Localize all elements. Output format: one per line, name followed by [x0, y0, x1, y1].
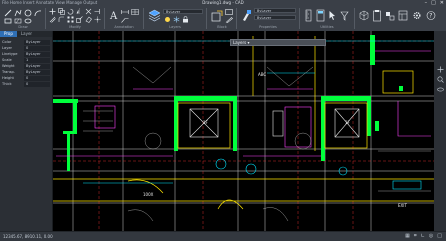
svg-text:EXIT: EXIT	[398, 203, 407, 208]
property-row[interactable]: Transp. ByLayer	[2, 70, 50, 75]
property-row[interactable]: Layer 0	[2, 46, 50, 51]
drawing-canvas[interactable]: 1F 1F ABC 100X EXIT Layers ▾	[53, 31, 434, 231]
polyline-tool-icon[interactable]	[13, 8, 22, 17]
arc-tool-icon[interactable]	[33, 8, 42, 17]
layout-icon[interactable]	[397, 8, 408, 23]
circle-tool-icon[interactable]	[23, 8, 32, 17]
help-icon[interactable]: ?	[425, 8, 436, 23]
minimize-button[interactable]: –	[425, 0, 428, 6]
fillet-tool-icon[interactable]	[57, 16, 65, 23]
ribbon-separator	[206, 8, 207, 29]
ribbon-group-annotation: Annotation	[114, 25, 134, 29]
create-block-icon[interactable]	[224, 8, 233, 15]
measure-tool-icon[interactable]	[303, 8, 313, 23]
extend-tool-icon[interactable]	[93, 8, 101, 15]
properties-panel: Prop Layer Color ByLayer Layer 0 Linetype B…	[0, 31, 53, 231]
clipboard-icon[interactable]	[371, 8, 382, 23]
settings-gear-icon[interactable]	[411, 8, 422, 23]
property-row[interactable]: Scale 1	[2, 58, 50, 63]
ribbon-separator	[299, 8, 300, 29]
ribbon-group-modify: Modify	[69, 25, 81, 29]
ribbon-separator	[143, 8, 144, 29]
snap-icon[interactable]: ⌗	[414, 233, 417, 240]
move-tool-icon[interactable]	[48, 8, 56, 15]
ribbon-separator	[45, 8, 46, 29]
rectangle-tool-icon[interactable]	[3, 17, 12, 24]
property-row[interactable]: Thick 0	[2, 82, 50, 87]
ribbon-separator	[354, 8, 355, 29]
ribbon-group-layers: Layers	[169, 25, 181, 29]
text-tool-icon[interactable]: A	[107, 8, 119, 23]
rotate-tool-icon[interactable]	[66, 8, 74, 15]
property-row[interactable]: Linetype ByLayer	[2, 52, 50, 57]
mirror-tool-icon[interactable]	[75, 8, 83, 15]
window-controls: – □ ✕	[425, 0, 444, 6]
pan-icon[interactable]	[436, 65, 444, 73]
hatch-tool-icon[interactable]	[13, 17, 22, 24]
svg-text:A: A	[109, 11, 118, 22]
menu-bar[interactable]: File Home Insert Annotate View Manage Ou…	[2, 0, 97, 6]
zoom-icon[interactable]	[436, 75, 444, 83]
copy-tool-icon[interactable]	[57, 8, 65, 15]
explode-tool-icon[interactable]	[93, 16, 101, 23]
color-combo[interactable]: ByLayer	[254, 8, 296, 13]
polar-icon[interactable]: ◎	[429, 233, 433, 240]
svg-text:1F: 1F	[203, 120, 209, 125]
maximize-button[interactable]: □	[431, 0, 436, 6]
layer-dropdown[interactable]: Layers ▾	[230, 39, 326, 46]
ribbon: File Home Insert Annotate View Manage Ou…	[0, 0, 446, 32]
view-cube-icon[interactable]	[358, 8, 369, 23]
tab-layers[interactable]: Layer	[17, 31, 36, 37]
panel-tabs: Prop Layer	[0, 31, 52, 37]
erase-tool-icon[interactable]	[84, 16, 92, 23]
svg-text:100X: 100X	[143, 192, 154, 197]
ribbon-group-utilities: Utilities	[320, 25, 334, 29]
leader-tool-icon[interactable]	[120, 16, 129, 23]
offset-tool-icon[interactable]	[48, 16, 56, 23]
trim-tool-icon[interactable]	[84, 8, 92, 15]
layer-freeze-icon[interactable]	[172, 16, 180, 23]
status-toggles: ▦ ⌗ ∟ ◎ □	[405, 233, 442, 240]
ortho-icon[interactable]: ∟	[421, 233, 425, 240]
layer-on-icon[interactable]	[163, 16, 171, 23]
svg-text:?: ?	[429, 13, 432, 20]
svg-text:ABC: ABC	[258, 72, 266, 77]
title-bar: File Home Insert Annotate View Manage Ou…	[0, 0, 446, 6]
osnap-icon[interactable]: □	[437, 233, 442, 240]
grid-icon[interactable]: ▦	[405, 233, 410, 240]
property-row[interactable]: Height 0	[2, 76, 50, 81]
edit-block-icon[interactable]	[224, 16, 233, 23]
svg-text:1F: 1F	[345, 120, 351, 125]
layer-lock-icon[interactable]	[181, 16, 189, 23]
navigation-bar	[434, 31, 446, 231]
scale-tool-icon[interactable]	[75, 16, 83, 23]
cad-drawing[interactable]: 1F 1F ABC 100X EXIT	[53, 31, 434, 231]
property-row[interactable]: Weight ByLayer	[2, 64, 50, 69]
ribbon-separator	[236, 8, 237, 29]
table-tool-icon[interactable]	[130, 8, 139, 15]
ribbon-group-properties: Properties	[259, 25, 277, 29]
select-all-icon[interactable]	[327, 8, 337, 23]
close-button[interactable]: ✕	[440, 0, 444, 6]
insert-block-icon[interactable]	[210, 8, 223, 23]
ribbon-group-draw: Draw	[18, 25, 28, 29]
match-properties-icon[interactable]	[240, 8, 252, 23]
line-tool-icon[interactable]	[3, 8, 12, 17]
property-row[interactable]: Color ByLayer	[2, 40, 50, 45]
layer-properties-icon[interactable]	[147, 8, 161, 23]
quick-select-icon[interactable]	[339, 8, 349, 23]
array-tool-icon[interactable]	[66, 16, 74, 23]
ellipse-tool-icon[interactable]	[23, 17, 32, 24]
ribbon-separator	[104, 8, 105, 29]
groups-icon[interactable]	[384, 8, 395, 23]
dimension-tool-icon[interactable]	[120, 8, 129, 15]
ribbon-group-block: Block	[217, 25, 227, 29]
linetype-combo[interactable]: ByLayer	[254, 15, 296, 20]
orbit-icon[interactable]	[436, 85, 444, 93]
tab-properties[interactable]: Prop	[0, 31, 17, 37]
window-title: Drawing1.dwg - CAD	[202, 0, 244, 5]
layer-combo[interactable]: ByLayer	[163, 9, 203, 14]
calculator-icon[interactable]	[315, 8, 325, 23]
